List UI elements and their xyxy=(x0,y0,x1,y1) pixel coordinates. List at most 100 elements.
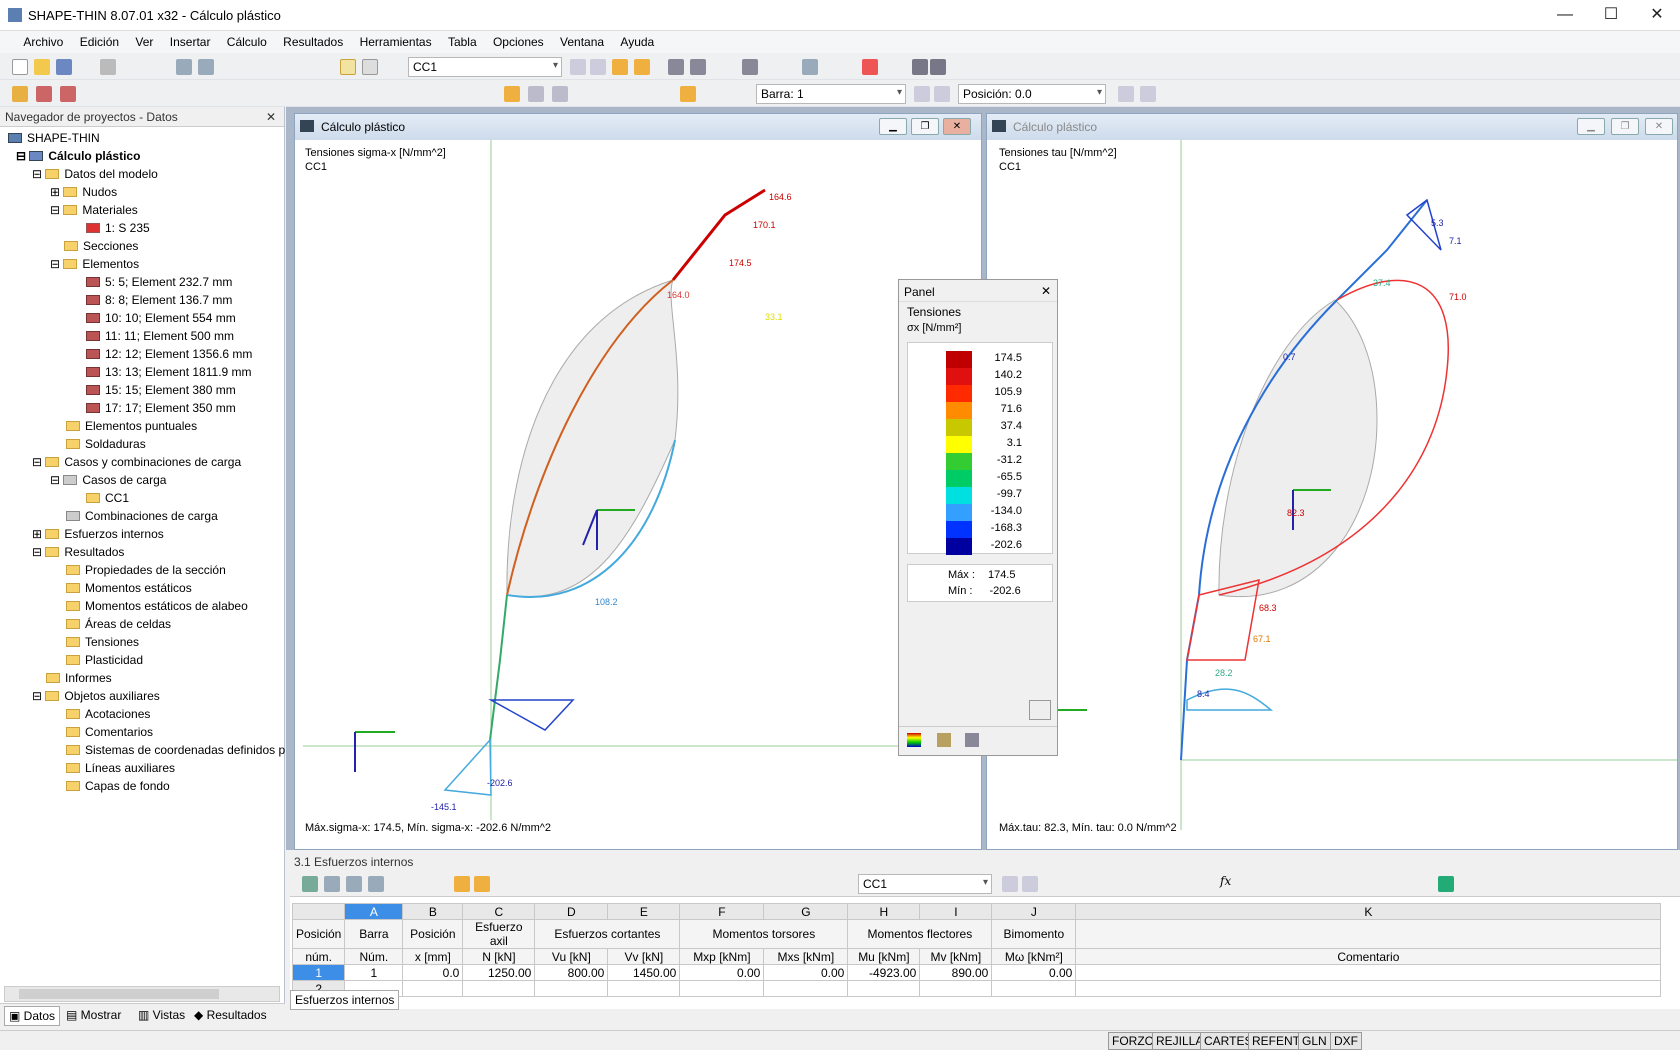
tree-item[interactable]: ⊟ Casos y combinaciones de carga xyxy=(32,453,241,471)
tree-item[interactable]: Plasticidad xyxy=(66,651,143,669)
tree-item[interactable]: Soldaduras xyxy=(66,435,146,453)
tab-resultados[interactable]: ◆ Resultados xyxy=(194,1008,267,1022)
undo-icon[interactable] xyxy=(176,59,192,75)
prev-icon[interactable] xyxy=(570,59,586,75)
menu-opciones[interactable]: Opciones xyxy=(486,31,550,49)
settings-icon[interactable] xyxy=(912,59,928,75)
menu-ver[interactable]: Ver xyxy=(128,31,159,49)
grid-view-icon[interactable] xyxy=(362,59,378,75)
redo-icon[interactable] xyxy=(198,59,214,75)
menu-ventana[interactable]: Ventana xyxy=(553,31,610,49)
menu-archivo[interactable]: Archivo xyxy=(16,31,69,49)
loadcase-select[interactable]: CC1 xyxy=(408,57,562,77)
menu-edicion[interactable]: Edición xyxy=(73,31,125,49)
status-dxf[interactable]: DXF xyxy=(1330,1032,1362,1050)
col-header[interactable]: B xyxy=(402,903,464,920)
table-row[interactable]: 1 1 0.0 1250.00 800.00 1450.00 0.00 0.00… xyxy=(291,964,1662,981)
menu-insertar[interactable]: Insertar xyxy=(163,31,217,49)
table-tool-icon[interactable] xyxy=(474,876,490,892)
col-header[interactable]: H xyxy=(847,903,921,920)
section-icon[interactable] xyxy=(742,59,758,75)
delete-icon[interactable] xyxy=(862,59,878,75)
tree-item[interactable]: Informes xyxy=(46,669,112,687)
tree-item[interactable]: ⊞ Esfuerzos internos xyxy=(32,525,164,543)
tree-item[interactable]: Momentos estáticos xyxy=(66,579,192,597)
pos-prev-icon[interactable] xyxy=(1118,86,1134,102)
table-view-icon[interactable] xyxy=(340,59,356,75)
zoom-icon[interactable] xyxy=(1029,700,1051,720)
tree-item[interactable]: Comentarios xyxy=(66,723,153,741)
close-button[interactable]: ✕ xyxy=(1634,0,1680,31)
color-scale-icon[interactable] xyxy=(907,733,921,747)
tree-item[interactable]: Áreas de celdas xyxy=(66,615,171,633)
table-loadcase-select[interactable]: CC1 xyxy=(858,874,992,894)
status-refent[interactable]: REFENT xyxy=(1248,1032,1304,1050)
table-tool-icon[interactable] xyxy=(454,876,470,892)
menu-ayuda[interactable]: Ayuda xyxy=(613,31,660,49)
tree-item[interactable]: 15: 15; Element 380 mm xyxy=(86,381,236,399)
col-header[interactable]: I xyxy=(919,903,993,920)
table-tab[interactable]: Esfuerzos internos xyxy=(290,990,400,1010)
measure-icon[interactable] xyxy=(802,59,818,75)
tree-item[interactable]: 1: S 235 xyxy=(86,219,150,237)
table-tool-icon[interactable] xyxy=(346,876,362,892)
element-icon[interactable] xyxy=(60,86,76,102)
tree-item[interactable]: ⊟ Cálculo plástico xyxy=(16,147,140,165)
view-close-button[interactable]: ✕ xyxy=(943,118,971,135)
results-on-icon[interactable] xyxy=(612,59,628,75)
view-restore-button[interactable]: ❐ xyxy=(911,118,939,135)
balance-icon[interactable] xyxy=(937,733,951,747)
bar-next-icon[interactable] xyxy=(934,86,950,102)
view-close-button[interactable]: ✕ xyxy=(1645,118,1673,135)
horizontal-scrollbar[interactable] xyxy=(4,986,280,1002)
tree-item[interactable]: SHAPE-THIN xyxy=(8,129,100,147)
sigma-v-icon[interactable] xyxy=(552,86,568,102)
next-icon[interactable] xyxy=(1022,876,1038,892)
menu-calculo[interactable]: Cálculo xyxy=(220,31,273,49)
tab-vistas[interactable]: ▥ Vistas xyxy=(138,1008,185,1022)
tree-item[interactable]: Sistemas de coordenadas definidos p xyxy=(66,741,285,759)
tau-icon[interactable] xyxy=(528,86,544,102)
view-minimize-button[interactable]: ▁ xyxy=(1577,118,1605,135)
status-forzc[interactable]: FORZC xyxy=(1108,1032,1158,1050)
col-header[interactable]: D xyxy=(534,903,609,920)
menu-tabla[interactable]: Tabla xyxy=(441,31,483,49)
brush-icon[interactable] xyxy=(965,733,979,747)
tree-item[interactable]: Propiedades de la sección xyxy=(66,561,226,579)
sigma-x-icon[interactable] xyxy=(504,86,520,102)
tree-item[interactable]: 8: 8; Element 136.7 mm xyxy=(86,291,232,309)
excel-icon[interactable] xyxy=(1438,876,1454,892)
table-tool-icon[interactable] xyxy=(368,876,384,892)
tree-item[interactable]: 10: 10; Element 554 mm xyxy=(86,309,236,327)
help-icon[interactable] xyxy=(930,59,946,75)
bar-select[interactable]: Barra: 1 xyxy=(756,84,906,104)
tree-item[interactable]: 13: 13; Element 1811.9 mm xyxy=(86,363,252,381)
node-icon[interactable] xyxy=(12,86,28,102)
tree-item[interactable]: Secciones xyxy=(64,237,138,255)
render-icon[interactable] xyxy=(690,59,706,75)
col-header[interactable]: F xyxy=(679,903,765,920)
table-row[interactable]: 2 xyxy=(291,980,1662,997)
results-off-icon[interactable] xyxy=(634,59,650,75)
tree-item[interactable]: Combinaciones de carga xyxy=(66,507,218,525)
tree-item[interactable]: Momentos estáticos de alabeo xyxy=(66,597,248,615)
line-icon[interactable] xyxy=(36,86,52,102)
tree-item[interactable]: ⊟ Resultados xyxy=(32,543,124,561)
tree-item[interactable]: Acotaciones xyxy=(66,705,150,723)
tree-item[interactable]: ⊟ Materiales xyxy=(50,201,138,219)
prev-icon[interactable] xyxy=(1002,876,1018,892)
open-icon[interactable] xyxy=(34,59,50,75)
next-icon[interactable] xyxy=(590,59,606,75)
calc-icon[interactable] xyxy=(668,59,684,75)
table-tool-icon[interactable] xyxy=(302,876,318,892)
col-header[interactable]: A xyxy=(344,903,404,920)
minimize-button[interactable]: — xyxy=(1542,0,1588,31)
position-select[interactable]: Posición: 0.0 xyxy=(958,84,1106,104)
tree-item[interactable]: 11: 11; Element 500 mm xyxy=(86,327,234,345)
table-tool-icon[interactable] xyxy=(324,876,340,892)
print-icon[interactable] xyxy=(100,59,116,75)
close-icon[interactable]: ✕ xyxy=(266,110,276,124)
pos-next-icon[interactable] xyxy=(1140,86,1156,102)
close-icon[interactable]: ✕ xyxy=(1041,284,1051,298)
tree-item[interactable]: Elementos puntuales xyxy=(66,417,197,435)
